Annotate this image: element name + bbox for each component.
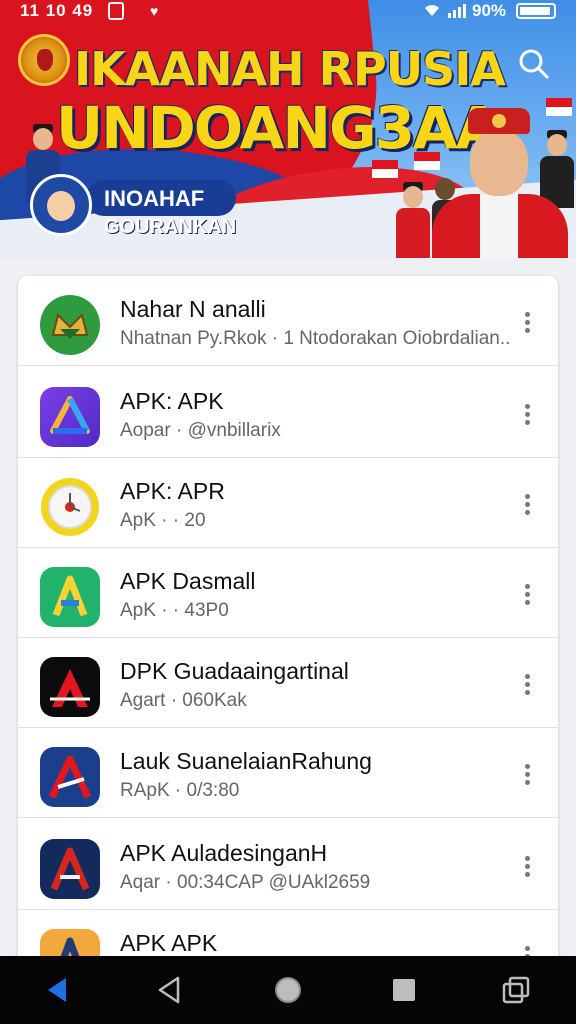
green-gold-emblem-icon — [40, 295, 100, 355]
green-a-icon — [40, 567, 100, 627]
more-options-icon[interactable] — [514, 490, 542, 518]
app-name: APK Dasmall — [120, 568, 256, 594]
battery-icon — [516, 3, 556, 19]
app-name: APK: APK — [120, 388, 224, 414]
app-meta: Aqar · 00:34CAP @UAkl2659 — [120, 872, 371, 893]
app-name: Lauk SuanelaianRahung — [120, 748, 372, 774]
list-item[interactable]: Lauk SuanelaianRahung RApK · 0/3:80 — [18, 728, 558, 818]
notification-icon — [108, 2, 124, 20]
emblem-logo — [18, 34, 70, 86]
navy-red-a-icon — [40, 839, 100, 899]
wifi-icon — [422, 0, 442, 23]
switch-app-icon[interactable] — [498, 972, 534, 1008]
recents-square-icon[interactable] — [386, 972, 422, 1008]
signal-icon — [448, 4, 466, 18]
banner-badge: INOAHAF GOURANKAN — [30, 174, 244, 244]
app-name: DPK Guadaaingartinal — [120, 658, 349, 684]
status-time: 11 10 49 — [20, 1, 94, 20]
more-options-icon[interactable] — [514, 580, 542, 608]
purple-triangle-icon — [40, 387, 100, 447]
app-meta: ApK · · 20 — [120, 510, 206, 531]
app-meta: Aopar · @vnbillarix — [120, 420, 281, 441]
back-triangle-icon[interactable] — [152, 972, 188, 1008]
screen: { "status_bar": { "time": "11 10 49", "b… — [0, 0, 576, 1024]
navigation-bar — [0, 956, 576, 1024]
more-options-icon[interactable] — [514, 400, 542, 428]
list-item[interactable]: APK Dasmall ApK · · 43P0 — [18, 548, 558, 638]
more-options-icon[interactable] — [514, 308, 542, 336]
app-list: Nahar N analli Nhatnan Py.Rkok · 1 Ntodo… — [18, 276, 558, 976]
home-circle-icon[interactable] — [270, 972, 306, 1008]
app-meta: Agart · 060Kak — [120, 690, 247, 711]
blue-red-a-icon — [40, 747, 100, 807]
mascot-avatar — [30, 174, 92, 236]
app-name: APK AuladesinganH — [120, 840, 328, 866]
banner-badge-top: INOAHAF — [86, 180, 236, 216]
illustration-person — [396, 182, 430, 258]
header-banner: 11 10 49 ♥ 90% IKAANAH RPUSIA UNDOANG3AA — [0, 0, 576, 258]
app-name: APK: APR — [120, 478, 225, 504]
banner-title-line1: IKAANAH RPUSIA — [74, 42, 506, 96]
gem-icon: ♥ — [150, 3, 159, 19]
yellow-clock-icon — [40, 477, 100, 537]
list-item[interactable]: APK AuladesinganH Aqar · 00:34CAP @UAkl2… — [18, 820, 558, 910]
app-name: Nahar N analli — [120, 296, 266, 322]
app-meta: Nhatnan Py.Rkok · 1 Ntodorakan Oiobrdali… — [120, 328, 511, 349]
search-icon — [519, 49, 549, 79]
list-item[interactable]: APK: APR ApK · · 20 — [18, 458, 558, 548]
search-button[interactable] — [514, 44, 554, 84]
illustration-man — [432, 108, 568, 258]
battery-percentage: 90% — [472, 1, 507, 20]
list-item[interactable]: Nahar N analli Nhatnan Py.Rkok · 1 Ntodo… — [18, 276, 558, 366]
list-item[interactable]: APK: APK Aopar · @vnbillarix — [18, 368, 558, 458]
app-meta: RApK · 0/3:80 — [120, 780, 240, 801]
back-arrow-icon[interactable] — [40, 972, 76, 1008]
more-options-icon[interactable] — [514, 670, 542, 698]
indonesia-flag — [372, 160, 398, 178]
more-options-icon[interactable] — [514, 852, 542, 880]
black-red-a-icon — [40, 657, 100, 717]
list-item[interactable]: DPK Guadaaingartinal Agart · 060Kak — [18, 638, 558, 728]
app-meta: ApK · · 43P0 — [120, 600, 229, 621]
more-options-icon[interactable] — [514, 760, 542, 788]
status-bar: 11 10 49 ♥ 90% — [0, 0, 576, 24]
app-name: APK APK — [120, 930, 218, 956]
banner-badge-bottom: GOURANKAN — [104, 216, 237, 238]
